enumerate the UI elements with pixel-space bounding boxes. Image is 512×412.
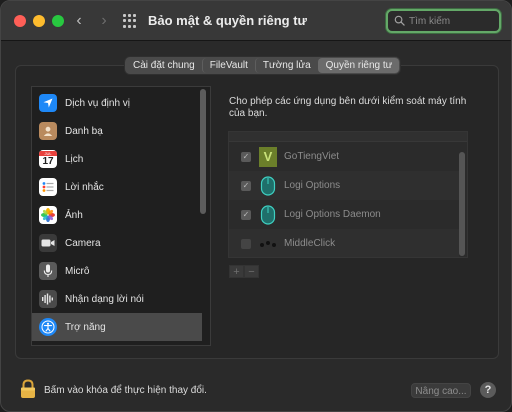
sidebar-scrollbar[interactable] — [200, 89, 206, 214]
remove-app-button[interactable]: − — [244, 265, 259, 278]
back-button[interactable]: ‹ — [69, 10, 89, 32]
list-item-reminders[interactable]: Lời nhắc — [32, 173, 202, 201]
list-item-contacts[interactable]: Danh bạ — [32, 117, 202, 145]
app-row-logi-options-daemon[interactable]: ✓ Logi Options Daemon — [229, 200, 459, 229]
add-remove-controls: + − — [229, 265, 259, 278]
app-row-logi-options[interactable]: ✓ Logi Options — [229, 171, 459, 200]
app-list-header — [229, 132, 467, 142]
forward-button[interactable]: › — [94, 10, 114, 32]
logi-options-icon — [259, 175, 277, 196]
preferences-window: ‹ › Bảo mật & quyền riêng tư Cài đặt chu… — [0, 0, 512, 412]
advanced-button[interactable]: Nâng cao... — [411, 383, 471, 398]
accessibility-description: Cho phép các ứng dụng bên dưới kiểm soát… — [229, 96, 467, 119]
list-item-accessibility[interactable]: Trợ năng — [32, 313, 202, 341]
gotiengviet-icon: V — [259, 146, 277, 167]
camera-icon — [39, 234, 57, 252]
list-item-microphone[interactable]: Micrô — [32, 257, 202, 285]
photos-icon — [39, 206, 57, 224]
add-app-button[interactable]: + — [229, 265, 244, 278]
app-row-gotiengviet[interactable]: ✓ V GoTiengViet — [229, 142, 459, 171]
window-title: Bảo mật & quyền riêng tư — [148, 13, 307, 28]
logi-options-daemon-icon — [259, 204, 277, 225]
lock-icon[interactable] — [19, 379, 37, 399]
app-name: GoTiengViet — [284, 151, 340, 162]
title-bar: ‹ › Bảo mật & quyền riêng tư — [1, 1, 511, 41]
accessibility-app-list[interactable]: ✓ V GoTiengViet ✓ Logi Options ✓ Logi Op… — [228, 131, 468, 258]
app-checkbox-middleclick[interactable] — [241, 238, 251, 249]
list-item-label: Ảnh — [65, 209, 83, 221]
zoom-window-button[interactable] — [52, 15, 64, 27]
show-all-grid-icon[interactable] — [123, 14, 137, 28]
search-field[interactable] — [386, 9, 501, 33]
calendar-day: 17 — [42, 155, 54, 167]
list-item-label: Danh bạ — [65, 125, 103, 137]
app-checkbox-gotiengviet[interactable]: ✓ — [241, 151, 251, 162]
tab-general[interactable]: Cài đặt chung — [126, 58, 202, 73]
list-item-label: Lời nhắc — [65, 181, 104, 193]
list-item-label: Lịch — [65, 153, 84, 165]
list-item-label: Dịch vụ định vị — [65, 97, 131, 109]
speech-recognition-icon — [39, 290, 57, 308]
tab-privacy[interactable]: Quyền riêng tư — [317, 58, 400, 73]
app-name: MiddleClick — [284, 238, 336, 249]
reminders-icon — [39, 178, 57, 196]
list-item-photos[interactable]: Ảnh — [32, 201, 202, 229]
app-row-middleclick[interactable]: MiddleClick — [229, 229, 459, 257]
list-item-camera[interactable]: Camera — [32, 229, 202, 257]
location-icon — [39, 94, 57, 112]
contacts-icon — [39, 122, 57, 140]
list-item-calendar[interactable]: JUL 17 Lịch — [32, 145, 202, 173]
app-name: Logi Options — [284, 180, 341, 191]
search-input[interactable] — [409, 13, 495, 29]
list-item-label: Micrô — [65, 265, 90, 277]
tab-filevault[interactable]: FileVault — [201, 58, 255, 73]
microphone-icon — [39, 262, 57, 280]
gotiengviet-letter: V — [263, 149, 273, 164]
app-name: Logi Options Daemon — [284, 209, 381, 220]
middleclick-icon — [259, 234, 277, 254]
list-item-label: Camera — [65, 237, 101, 249]
close-window-button[interactable] — [14, 15, 26, 27]
accessibility-icon — [39, 318, 57, 336]
minimize-window-button[interactable] — [33, 15, 45, 27]
privacy-category-list[interactable]: Dịch vụ định vị Danh bạ JUL 17 Lịch Lời … — [31, 86, 211, 346]
search-icon — [394, 15, 405, 26]
calendar-icon: JUL 17 — [39, 150, 57, 168]
app-checkbox-logi-options-daemon[interactable]: ✓ — [241, 209, 251, 220]
tab-firewall[interactable]: Tường lửa — [254, 58, 318, 73]
lock-hint-text: Bấm vào khóa để thực hiện thay đổi. — [44, 385, 207, 396]
app-list-scrollbar[interactable] — [459, 152, 465, 256]
app-checkbox-logi-options[interactable]: ✓ — [241, 180, 251, 191]
list-item-label: Nhận dạng lời nói — [65, 293, 144, 305]
list-item-location-services[interactable]: Dịch vụ định vị — [32, 89, 202, 117]
list-item-speech-recognition[interactable]: Nhận dạng lời nói — [32, 285, 202, 313]
list-item-label: Trợ năng — [65, 321, 106, 333]
help-button[interactable]: ? — [480, 382, 496, 398]
segmented-tabs: Cài đặt chung FileVault Tường lửa Quyền … — [125, 57, 401, 74]
